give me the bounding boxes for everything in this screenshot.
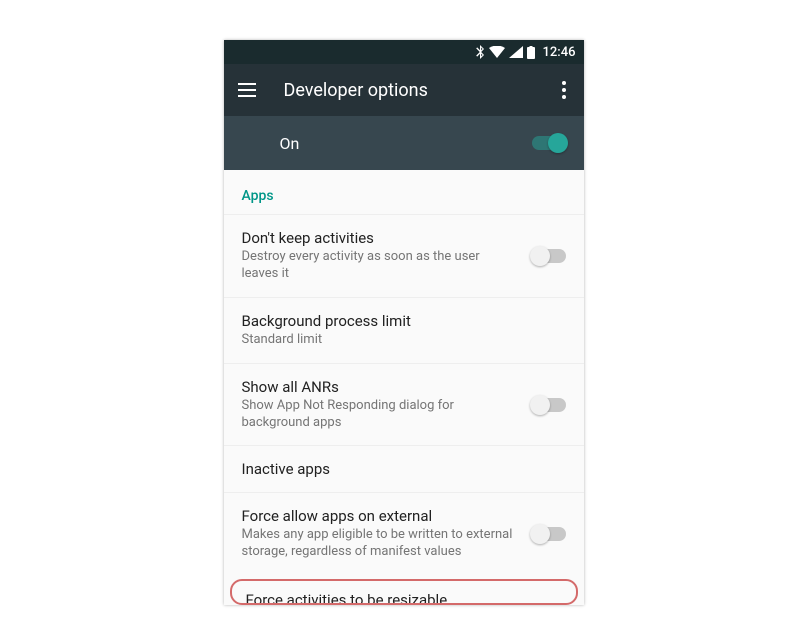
item-subtitle: Destroy every activity as soon as the us…: [242, 249, 520, 283]
phone-frame: 12:46 Developer options On Apps Don't ke…: [224, 40, 584, 605]
bluetooth-icon: [475, 45, 485, 59]
item-background-process-limit[interactable]: Background process limit Standard limit: [224, 297, 584, 363]
item-subtitle: Makes any app eligible to be written to …: [242, 527, 520, 561]
wifi-icon: [489, 46, 505, 58]
settings-list: Apps Don't keep activities Destroy every…: [224, 170, 584, 605]
status-bar: 12:46: [224, 40, 584, 64]
item-title: Inactive apps: [242, 460, 566, 478]
master-switch[interactable]: [532, 136, 566, 150]
cell-signal-icon: [509, 46, 523, 58]
item-title: Background process limit: [242, 312, 566, 330]
app-bar: Developer options: [224, 64, 584, 116]
status-time: 12:46: [543, 45, 576, 60]
item-force-resizable-highlighted[interactable]: Force activities to be resizable: [230, 579, 578, 605]
item-title: Show all ANRs: [242, 378, 520, 396]
item-dont-keep-activities[interactable]: Don't keep activities Destroy every acti…: [224, 214, 584, 297]
show-all-anrs-switch[interactable]: [532, 398, 566, 412]
overflow-menu-icon[interactable]: [558, 77, 570, 103]
master-switch-label: On: [280, 134, 532, 153]
section-header-apps: Apps: [224, 170, 584, 214]
item-title: Force activities to be resizable: [246, 591, 562, 605]
dont-keep-activities-switch[interactable]: [532, 249, 566, 263]
item-subtitle: Standard limit: [242, 332, 566, 349]
hamburger-icon[interactable]: [238, 79, 260, 101]
item-title: Force allow apps on external: [242, 507, 520, 525]
item-show-all-anrs[interactable]: Show all ANRs Show App Not Responding di…: [224, 363, 584, 446]
item-title: Don't keep activities: [242, 229, 520, 247]
master-switch-row[interactable]: On: [224, 116, 584, 170]
item-subtitle: Show App Not Responding dialog for backg…: [242, 398, 520, 432]
item-inactive-apps[interactable]: Inactive apps: [224, 445, 584, 492]
battery-icon: [527, 46, 535, 59]
force-allow-external-switch[interactable]: [532, 527, 566, 541]
item-force-allow-external[interactable]: Force allow apps on external Makes any a…: [224, 492, 584, 575]
page-title: Developer options: [284, 80, 558, 101]
